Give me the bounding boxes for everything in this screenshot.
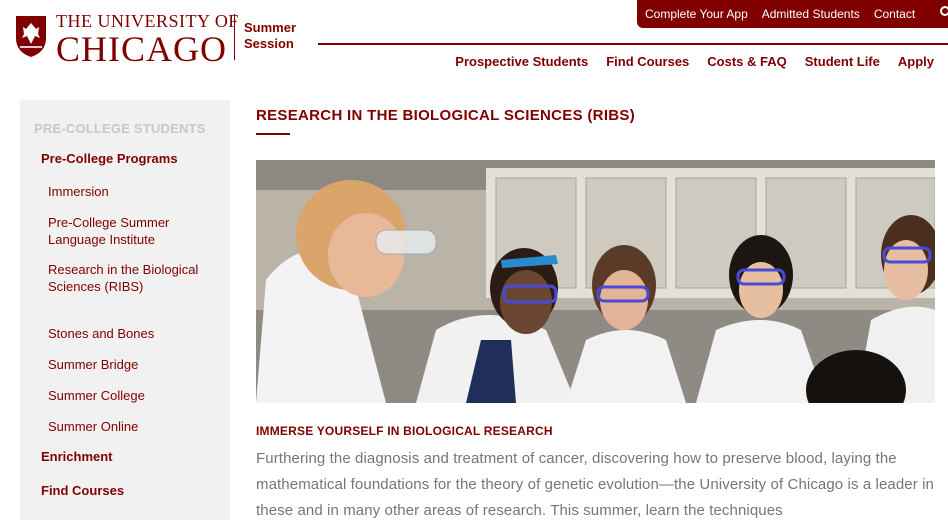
- university-logo[interactable]: THE UNIVERSITY OF CHICAGO: [14, 11, 239, 69]
- sidebar-item-immersion[interactable]: Immersion: [48, 183, 218, 200]
- sidebar: PRE-COLLEGE STUDENTS Pre-College Program…: [20, 100, 230, 520]
- sidebar-item-pre-college-programs[interactable]: Pre-College Programs: [41, 151, 178, 166]
- nav-student-life[interactable]: Student Life: [805, 54, 880, 69]
- wordmark-small: THE UNIVERSITY OF: [56, 11, 239, 31]
- university-shield-icon: [16, 16, 46, 57]
- sidebar-item-language-institute[interactable]: Pre-College Summer Language Institute: [48, 214, 218, 248]
- admitted-students-link[interactable]: Admitted Students: [762, 7, 860, 21]
- search-icon[interactable]: [940, 6, 948, 16]
- sidebar-item-stones-and-bones[interactable]: Stones and Bones: [48, 325, 218, 342]
- sidebar-heading[interactable]: PRE-COLLEGE STUDENTS: [34, 121, 206, 136]
- title-underline: [256, 133, 290, 135]
- header-divider: [318, 43, 948, 45]
- nav-find-courses[interactable]: Find Courses: [606, 54, 689, 69]
- nav-prospective-students[interactable]: Prospective Students: [455, 54, 588, 69]
- nav-costs-faq[interactable]: Costs & FAQ: [707, 54, 786, 69]
- sidebar-item-summer-online[interactable]: Summer Online: [48, 418, 218, 435]
- sidebar-item-ribs[interactable]: Research in the Biological Sciences (RIB…: [48, 261, 218, 295]
- session-divider: [234, 14, 235, 60]
- hero-image: [256, 160, 935, 403]
- sidebar-item-summer-college[interactable]: Summer College: [48, 387, 218, 404]
- sidebar-item-find-courses[interactable]: Find Courses: [41, 483, 124, 498]
- main-nav: Prospective Students Find Courses Costs …: [437, 54, 934, 69]
- utility-nav: Complete Your App Admitted Students Cont…: [637, 0, 948, 28]
- contact-link[interactable]: Contact: [874, 7, 915, 21]
- complete-your-app-link[interactable]: Complete Your App: [645, 7, 748, 21]
- sidebar-item-summer-bridge[interactable]: Summer Bridge: [48, 356, 218, 373]
- summer-session-label[interactable]: Summer Session: [244, 20, 296, 52]
- section-heading: IMMERSE YOURSELF IN BIOLOGICAL RESEARCH: [256, 424, 553, 438]
- wordmark-big: CHICAGO: [56, 29, 228, 69]
- body-paragraph: Furthering the diagnosis and treatment o…: [256, 450, 934, 519]
- page-title: RESEARCH IN THE BIOLOGICAL SCIENCES (RIB…: [256, 107, 636, 124]
- nav-apply[interactable]: Apply: [898, 54, 934, 69]
- sidebar-item-enrichment[interactable]: Enrichment: [41, 449, 113, 464]
